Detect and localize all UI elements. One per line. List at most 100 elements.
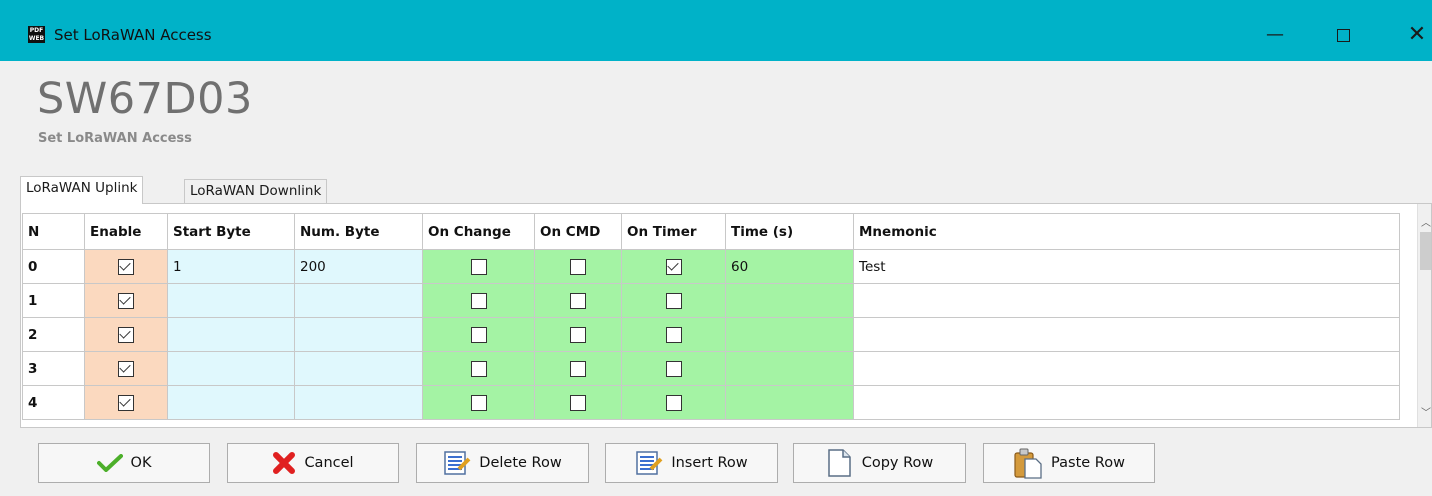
app-icon-text: PDF WEB xyxy=(28,27,45,42)
num-byte-value: 200 xyxy=(300,258,326,275)
column-header-n[interactable]: N xyxy=(22,213,85,250)
on-cmd-checkbox[interactable] xyxy=(570,360,586,377)
cell-enable[interactable] xyxy=(84,317,168,352)
cell-on-change[interactable] xyxy=(422,351,535,386)
cell-on-change[interactable] xyxy=(422,317,535,352)
cell-on-cmd[interactable] xyxy=(534,317,622,352)
copy-row-button[interactable]: Copy Row xyxy=(793,443,966,483)
cell-on-cmd[interactable] xyxy=(534,249,622,284)
cell-enable[interactable] xyxy=(84,283,168,318)
on-timer-checkbox[interactable] xyxy=(665,292,682,309)
cell-on-cmd[interactable] xyxy=(534,283,622,318)
cell-num-byte[interactable] xyxy=(294,351,423,386)
on-change-checkbox[interactable] xyxy=(470,394,487,411)
cell-time[interactable] xyxy=(725,283,854,318)
ok-button[interactable]: OK xyxy=(38,443,210,483)
enable-checkbox[interactable] xyxy=(118,258,134,275)
cancel-button[interactable]: Cancel xyxy=(227,443,399,483)
on-cmd-checkbox[interactable] xyxy=(570,394,586,411)
table-row[interactable]: 0 1 200 60 Test xyxy=(22,249,1400,284)
cell-enable[interactable] xyxy=(84,351,168,386)
cell-n: 4 xyxy=(22,385,85,420)
on-timer-checkbox[interactable] xyxy=(665,394,682,411)
on-cmd-checkbox[interactable] xyxy=(570,326,586,343)
cell-on-timer[interactable] xyxy=(621,249,726,284)
cell-on-timer[interactable] xyxy=(621,351,726,386)
table-row[interactable]: 2 xyxy=(22,317,1400,352)
cell-mnemonic[interactable] xyxy=(853,351,1400,386)
cell-start-byte[interactable] xyxy=(167,317,295,352)
column-header-time[interactable]: Time (s) xyxy=(725,213,854,250)
vertical-scrollbar[interactable]: ︿ ﹀ xyxy=(1417,204,1431,427)
row-number: 2 xyxy=(28,326,38,343)
minimize-button[interactable]: — xyxy=(1252,18,1298,52)
cell-start-byte[interactable] xyxy=(167,283,295,318)
cell-on-change[interactable] xyxy=(422,385,535,420)
cell-on-cmd[interactable] xyxy=(534,351,622,386)
cell-on-timer[interactable] xyxy=(621,283,726,318)
delete-row-button[interactable]: Delete Row xyxy=(416,443,589,483)
cell-mnemonic[interactable] xyxy=(853,317,1400,352)
cell-time[interactable]: 60 xyxy=(725,249,854,284)
close-button[interactable]: ✕ xyxy=(1394,18,1432,52)
table-row[interactable]: 3 xyxy=(22,351,1400,386)
cell-mnemonic[interactable] xyxy=(853,385,1400,420)
table-row[interactable]: 1 xyxy=(22,283,1400,318)
cell-enable[interactable] xyxy=(84,249,168,284)
cell-on-change[interactable] xyxy=(422,249,535,284)
delete-row-icon xyxy=(444,451,471,475)
uplink-table: N Enable Start Byte Num. Byte On Change … xyxy=(22,213,1400,420)
on-change-checkbox[interactable] xyxy=(470,258,487,275)
column-header-enable[interactable]: Enable xyxy=(84,213,168,250)
cell-num-byte[interactable] xyxy=(294,283,423,318)
mnemonic-value: Test xyxy=(859,258,886,275)
column-header-on-timer[interactable]: On Timer xyxy=(621,213,726,250)
cell-start-byte[interactable] xyxy=(167,351,295,386)
enable-checkbox[interactable] xyxy=(118,360,134,377)
enable-checkbox[interactable] xyxy=(118,326,134,343)
cell-mnemonic[interactable] xyxy=(853,283,1400,318)
cell-time[interactable] xyxy=(725,317,854,352)
on-timer-checkbox[interactable] xyxy=(665,258,682,275)
scroll-down-icon[interactable]: ﹀ xyxy=(1418,404,1431,420)
on-change-checkbox[interactable] xyxy=(470,292,487,309)
paste-row-button[interactable]: Paste Row xyxy=(983,443,1155,483)
cell-time[interactable] xyxy=(725,351,854,386)
row-number: 4 xyxy=(28,394,38,411)
cell-num-byte[interactable]: 200 xyxy=(294,249,423,284)
cell-on-cmd[interactable] xyxy=(534,385,622,420)
on-cmd-checkbox[interactable] xyxy=(570,258,586,275)
cell-on-timer[interactable] xyxy=(621,317,726,352)
table-row[interactable]: 4 xyxy=(22,385,1400,420)
insert-row-button[interactable]: Insert Row xyxy=(605,443,778,483)
tab-lorawan-downlink[interactable]: LoRaWAN Downlink xyxy=(184,179,328,204)
on-timer-checkbox[interactable] xyxy=(665,360,682,377)
maximize-button[interactable] xyxy=(1320,18,1366,52)
cell-enable[interactable] xyxy=(84,385,168,420)
on-change-checkbox[interactable] xyxy=(470,326,487,343)
on-change-checkbox[interactable] xyxy=(470,360,487,377)
enable-checkbox[interactable] xyxy=(118,292,134,309)
cell-start-byte[interactable]: 1 xyxy=(167,249,295,284)
cell-on-change[interactable] xyxy=(422,283,535,318)
cell-num-byte[interactable] xyxy=(294,385,423,420)
window-titlebar[interactable]: PDF WEB Set LoRaWAN Access — ✕ xyxy=(0,0,1432,61)
on-timer-checkbox[interactable] xyxy=(665,326,682,343)
cell-mnemonic[interactable]: Test xyxy=(853,249,1400,284)
column-header-on-change[interactable]: On Change xyxy=(422,213,535,250)
on-cmd-checkbox[interactable] xyxy=(570,292,586,309)
cell-on-timer[interactable] xyxy=(621,385,726,420)
scroll-up-icon[interactable]: ︿ xyxy=(1418,214,1431,230)
column-header-num-byte[interactable]: Num. Byte xyxy=(294,213,423,250)
cell-start-byte[interactable] xyxy=(167,385,295,420)
tab-lorawan-uplink[interactable]: LoRaWAN Uplink xyxy=(20,176,144,204)
uplink-grid: N Enable Start Byte Num. Byte On Change … xyxy=(20,203,1432,428)
cell-time[interactable] xyxy=(725,385,854,420)
close-icon: ✕ xyxy=(1407,22,1427,47)
enable-checkbox[interactable] xyxy=(118,394,134,411)
cell-num-byte[interactable] xyxy=(294,317,423,352)
column-header-on-cmd[interactable]: On CMD xyxy=(534,213,622,250)
column-header-mnemonic[interactable]: Mnemonic xyxy=(853,213,1400,250)
column-header-start-byte[interactable]: Start Byte xyxy=(167,213,295,250)
scroll-thumb[interactable] xyxy=(1420,232,1431,270)
